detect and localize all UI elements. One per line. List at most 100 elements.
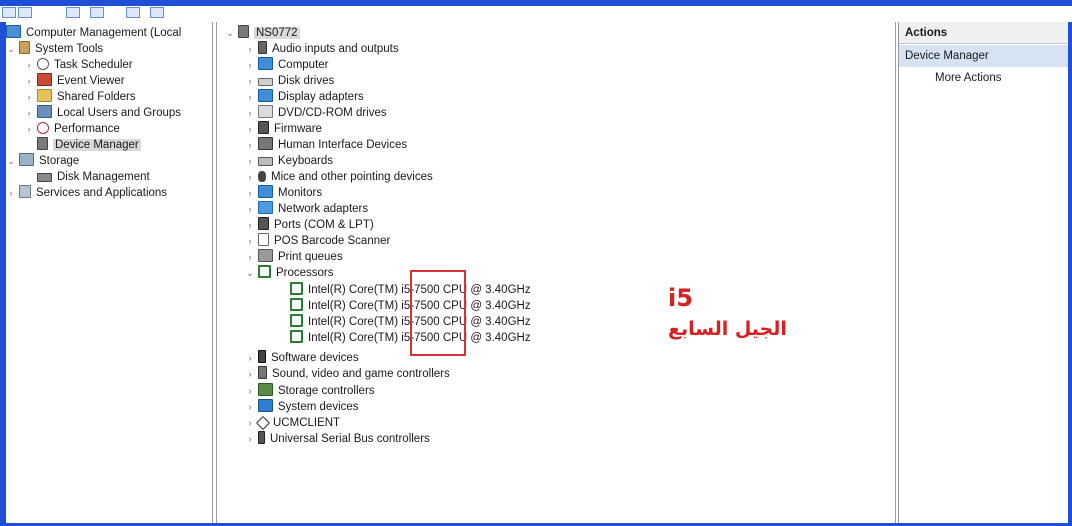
- tree-event-viewer[interactable]: › Event Viewer: [24, 73, 125, 89]
- device-category[interactable]: › POS Barcode Scanner: [245, 233, 390, 249]
- chevron-right-icon[interactable]: ›: [245, 217, 255, 233]
- chevron-right-icon[interactable]: ›: [245, 399, 255, 415]
- device-category[interactable]: › Keyboards: [245, 153, 333, 169]
- device-category[interactable]: › System devices: [245, 399, 359, 415]
- chevron-right-icon[interactable]: ›: [245, 57, 255, 73]
- chevron-right-icon[interactable]: ›: [245, 169, 255, 185]
- device-category[interactable]: › UCMCLIENT: [245, 415, 340, 431]
- storage-icon: [19, 153, 34, 166]
- folder-up-icon[interactable]: [66, 7, 80, 18]
- chevron-right-icon[interactable]: ›: [24, 57, 34, 73]
- device-category[interactable]: › Network adapters: [245, 201, 368, 217]
- chevron-right-icon[interactable]: ›: [245, 105, 255, 121]
- device-manager-icon: [37, 137, 48, 150]
- tree-task-scheduler[interactable]: › Task Scheduler: [24, 57, 133, 73]
- highlight-box: [410, 270, 466, 356]
- chevron-right-icon[interactable]: ›: [245, 366, 255, 382]
- barcode-scanner-icon: [258, 233, 269, 246]
- chevron-right-icon[interactable]: ›: [245, 233, 255, 249]
- console-tree-pane: Computer Management (Local ⌄ System Tools…: [6, 22, 213, 523]
- chevron-right-icon[interactable]: ›: [245, 350, 255, 366]
- processor-item[interactable]: Intel(R) Core(TM) i5-7500 CPU @ 3.40GHz: [287, 282, 531, 298]
- chevron-right-icon[interactable]: ›: [245, 137, 255, 153]
- device-category[interactable]: › Sound, video and game controllers: [245, 366, 450, 382]
- device-category[interactable]: › Human Interface Devices: [245, 137, 407, 153]
- services-icon: [19, 185, 31, 198]
- device-category[interactable]: › Display adapters: [245, 89, 364, 105]
- chevron-right-icon[interactable]: ›: [245, 185, 255, 201]
- chevron-right-icon[interactable]: ›: [245, 415, 255, 431]
- shared-folders-icon: [37, 89, 52, 102]
- audio-icon: [258, 41, 267, 54]
- tree-root[interactable]: Computer Management (Local: [6, 25, 181, 41]
- chevron-right-icon[interactable]: ›: [245, 89, 255, 105]
- device-category[interactable]: › Storage controllers: [245, 383, 375, 399]
- chevron-right-icon[interactable]: ›: [245, 73, 255, 89]
- device-category[interactable]: › Firmware: [245, 121, 322, 137]
- properties-icon[interactable]: [126, 7, 140, 18]
- back-icon[interactable]: [2, 7, 16, 18]
- chevron-right-icon[interactable]: ›: [24, 105, 34, 121]
- dvd-icon: [258, 105, 273, 118]
- monitor-icon: [258, 185, 273, 198]
- task-scheduler-icon: [37, 58, 49, 70]
- print-queue-icon: [258, 249, 273, 262]
- chevron-right-icon[interactable]: ›: [24, 89, 34, 105]
- chevron-right-icon[interactable]: ›: [245, 41, 255, 57]
- chevron-right-icon[interactable]: ›: [245, 121, 255, 137]
- forward-icon[interactable]: [18, 7, 32, 18]
- firmware-icon: [258, 121, 269, 134]
- annotation-model: i5: [668, 284, 693, 312]
- chevron-down-icon[interactable]: ⌄: [6, 153, 16, 169]
- processor-item[interactable]: Intel(R) Core(TM) i5-7500 CPU @ 3.40GHz: [287, 330, 531, 346]
- tree-device-manager[interactable]: Device Manager: [34, 137, 141, 153]
- chevron-right-icon[interactable]: ›: [245, 153, 255, 169]
- device-category[interactable]: › Monitors: [245, 185, 322, 201]
- chevron-down-icon[interactable]: ⌄: [6, 41, 16, 57]
- chevron-down-icon[interactable]: ⌄: [225, 25, 235, 41]
- device-category[interactable]: › Universal Serial Bus controllers: [245, 431, 430, 447]
- device-category[interactable]: › DVD/CD-ROM drives: [245, 105, 387, 121]
- chevron-right-icon[interactable]: ›: [24, 121, 34, 137]
- tree-performance[interactable]: › Performance: [24, 121, 120, 137]
- chevron-right-icon[interactable]: ›: [6, 185, 16, 201]
- cpu-icon: [290, 330, 303, 343]
- help-icon[interactable]: [150, 7, 164, 18]
- tree-local-users[interactable]: › Local Users and Groups: [24, 105, 181, 121]
- chevron-down-icon[interactable]: ⌄: [245, 265, 255, 281]
- tree-system-tools[interactable]: ⌄ System Tools: [6, 41, 103, 57]
- processor-item[interactable]: Intel(R) Core(TM) i5-7500 CPU @ 3.40GHz: [287, 314, 531, 330]
- device-category[interactable]: › Disk drives: [245, 73, 335, 89]
- device-category[interactable]: › Mice and other pointing devices: [245, 169, 433, 185]
- tree-storage[interactable]: ⌄ Storage: [6, 153, 79, 169]
- actions-title: Actions: [899, 22, 1068, 44]
- port-icon: [258, 217, 269, 230]
- device-category[interactable]: › Ports (COM & LPT): [245, 217, 374, 233]
- disk-management-icon: [37, 173, 52, 182]
- chevron-right-icon[interactable]: ›: [245, 383, 255, 399]
- device-category[interactable]: › Print queues: [245, 249, 343, 265]
- device-category[interactable]: › Software devices: [245, 350, 359, 366]
- more-actions-link[interactable]: More Actions: [935, 70, 1001, 86]
- event-viewer-icon: [37, 73, 52, 86]
- chevron-right-icon[interactable]: ›: [245, 249, 255, 265]
- processor-item[interactable]: Intel(R) Core(TM) i5-7500 CPU @ 3.40GHz: [287, 298, 531, 314]
- toolbar: [0, 6, 1072, 22]
- tree-disk-management[interactable]: Disk Management: [34, 169, 150, 185]
- usb-icon: [258, 431, 265, 444]
- device-category[interactable]: › Audio inputs and outputs: [245, 41, 399, 57]
- show-hide-tree-icon[interactable]: [90, 7, 104, 18]
- display-adapter-icon: [258, 89, 273, 102]
- actions-device-manager[interactable]: Device Manager: [899, 45, 1068, 67]
- device-root[interactable]: ⌄ NS0772: [225, 25, 300, 41]
- tree-services[interactable]: › Services and Applications: [6, 185, 167, 201]
- chevron-right-icon[interactable]: ›: [24, 73, 34, 89]
- device-category[interactable]: › Computer: [245, 57, 329, 73]
- chevron-right-icon[interactable]: ›: [245, 201, 255, 217]
- software-device-icon: [258, 350, 266, 363]
- processor-icon: [258, 265, 271, 278]
- cpu-icon: [290, 314, 303, 327]
- chevron-right-icon[interactable]: ›: [245, 431, 255, 447]
- tree-shared-folders[interactable]: › Shared Folders: [24, 89, 136, 105]
- device-category-processors[interactable]: ⌄ Processors: [245, 265, 334, 281]
